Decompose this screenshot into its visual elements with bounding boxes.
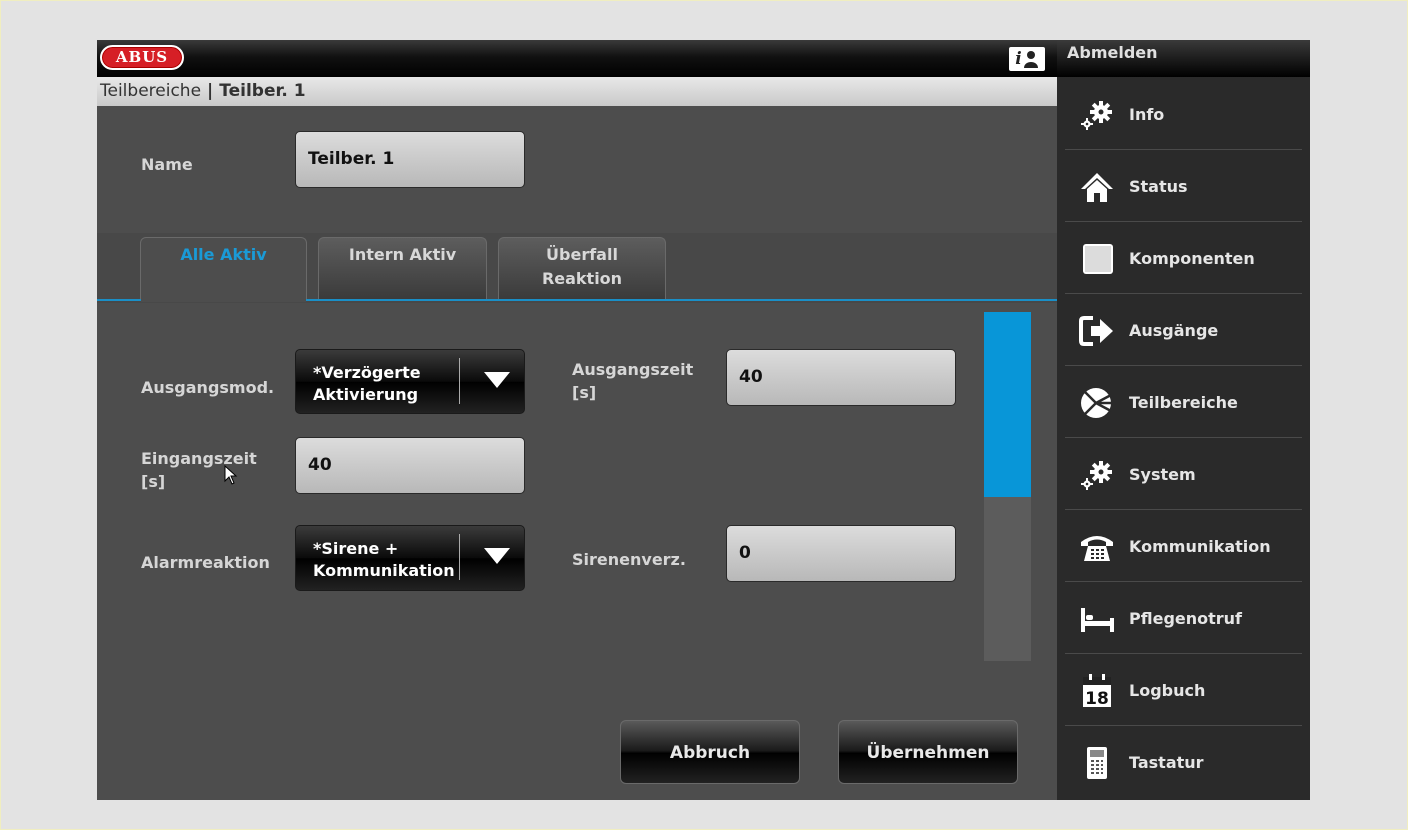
- app-window: ABUS i Teilbereiche | Teilber. 1 Name Teil…: [97, 40, 1310, 800]
- sirenenverz-label: Sirenenverz.: [572, 550, 686, 569]
- tab-alle-aktiv[interactable]: Alle Aktiv: [140, 237, 307, 301]
- alarmreaktion-value: *Sirene + Kommunikation: [313, 539, 455, 580]
- ausgangszeit-field[interactable]: 40: [726, 349, 956, 406]
- name-field[interactable]: Teilber. 1: [295, 131, 525, 188]
- breadcrumb: Teilbereiche | Teilber. 1: [97, 77, 1057, 106]
- select-divider: [459, 534, 460, 580]
- sidebar: Abmelden Info Status Komponenten Ausgäng…: [1057, 40, 1310, 800]
- name-label: Name: [141, 155, 193, 174]
- sidebar-item-label: Pflegenotruf: [1129, 609, 1243, 628]
- sidebar-item-label: Tastatur: [1129, 753, 1204, 772]
- mouse-cursor-icon: [224, 465, 238, 485]
- tab-intern-aktiv[interactable]: Intern Aktiv: [318, 237, 487, 299]
- cancel-button[interactable]: Abbruch: [620, 720, 800, 784]
- sidebar-item-komponenten[interactable]: Komponenten: [1065, 223, 1302, 294]
- scrollbar-thumb[interactable]: [984, 312, 1031, 497]
- sidebar-item-label: Status: [1129, 177, 1188, 196]
- sidebar-item-label: Komponenten: [1129, 249, 1255, 268]
- sidebar-item-logbuch[interactable]: 18 Logbuch: [1065, 655, 1302, 726]
- apply-button[interactable]: Übernehmen: [838, 720, 1018, 784]
- sidebar-item-pflegenotruf[interactable]: Pflegenotruf: [1065, 583, 1302, 654]
- ausgangsmod-value: *Verzögerte Aktivierung: [313, 363, 421, 404]
- tab-ueberfall-reaktion[interactable]: Überfall Reaktion: [498, 237, 666, 299]
- info-user-icon[interactable]: i: [1009, 47, 1045, 71]
- sidebar-item-label: Ausgänge: [1129, 321, 1219, 340]
- sidebar-item-kommunikation[interactable]: Kommunikation: [1065, 511, 1302, 582]
- calendar-day: 18: [1085, 689, 1109, 708]
- sidebar-item-info[interactable]: Info: [1065, 79, 1302, 150]
- logo-text: ABUS: [115, 48, 169, 66]
- logout-button[interactable]: Abmelden: [1057, 40, 1310, 77]
- keypad-icon: [1087, 747, 1107, 779]
- gears-icon: [1081, 461, 1112, 490]
- partition-icon: [1081, 388, 1112, 418]
- sidebar-item-status[interactable]: Status: [1065, 151, 1302, 222]
- sidebar-item-label: System: [1129, 465, 1196, 484]
- alarmreaktion-label: Alarmreaktion: [141, 553, 270, 572]
- ausgangsmod-select[interactable]: *Verzögerte Aktivierung: [295, 349, 525, 414]
- ausgangsmod-label: Ausgangsmod.: [141, 378, 275, 397]
- sidebar-item-label: Info: [1129, 105, 1165, 124]
- select-divider: [459, 358, 460, 404]
- eingangszeit-field[interactable]: 40: [295, 437, 525, 494]
- top-bar: ABUS i: [97, 40, 1057, 77]
- telephone-icon: [1081, 536, 1113, 561]
- eingangszeit-label: Eingangszeit [s]: [141, 449, 257, 491]
- breadcrumb-current: Teilber. 1: [219, 81, 306, 101]
- breadcrumb-separator: |: [207, 81, 214, 101]
- active-tab-gap: [141, 299, 306, 302]
- ausgangszeit-label: Ausgangszeit [s]: [572, 360, 694, 402]
- sidebar-item-label: Logbuch: [1129, 681, 1206, 700]
- calendar-icon: 18: [1083, 674, 1111, 708]
- sidebar-item-tastatur[interactable]: Tastatur: [1065, 727, 1302, 798]
- exit-arrow-icon: [1079, 316, 1113, 346]
- abus-logo: ABUS: [100, 45, 184, 70]
- alarmreaktion-select[interactable]: *Sirene + Kommunikation: [295, 525, 525, 591]
- house-icon: [1081, 173, 1113, 202]
- gears-icon: [1081, 101, 1112, 130]
- sidebar-item-label: Kommunikation: [1129, 537, 1271, 556]
- breadcrumb-parent[interactable]: Teilbereiche: [100, 81, 201, 101]
- sidebar-item-label: Teilbereiche: [1129, 393, 1238, 412]
- bed-icon: [1081, 608, 1114, 632]
- sidebar-item-ausgaenge[interactable]: Ausgänge: [1065, 295, 1302, 366]
- square-icon: [1083, 244, 1113, 274]
- dropdown-arrow-icon: [484, 372, 510, 388]
- sidebar-item-system[interactable]: System: [1065, 439, 1302, 510]
- dropdown-arrow-icon: [484, 548, 510, 564]
- sirenenverz-field[interactable]: 0: [726, 525, 956, 582]
- sidebar-item-teilbereiche[interactable]: Teilbereiche: [1065, 367, 1302, 438]
